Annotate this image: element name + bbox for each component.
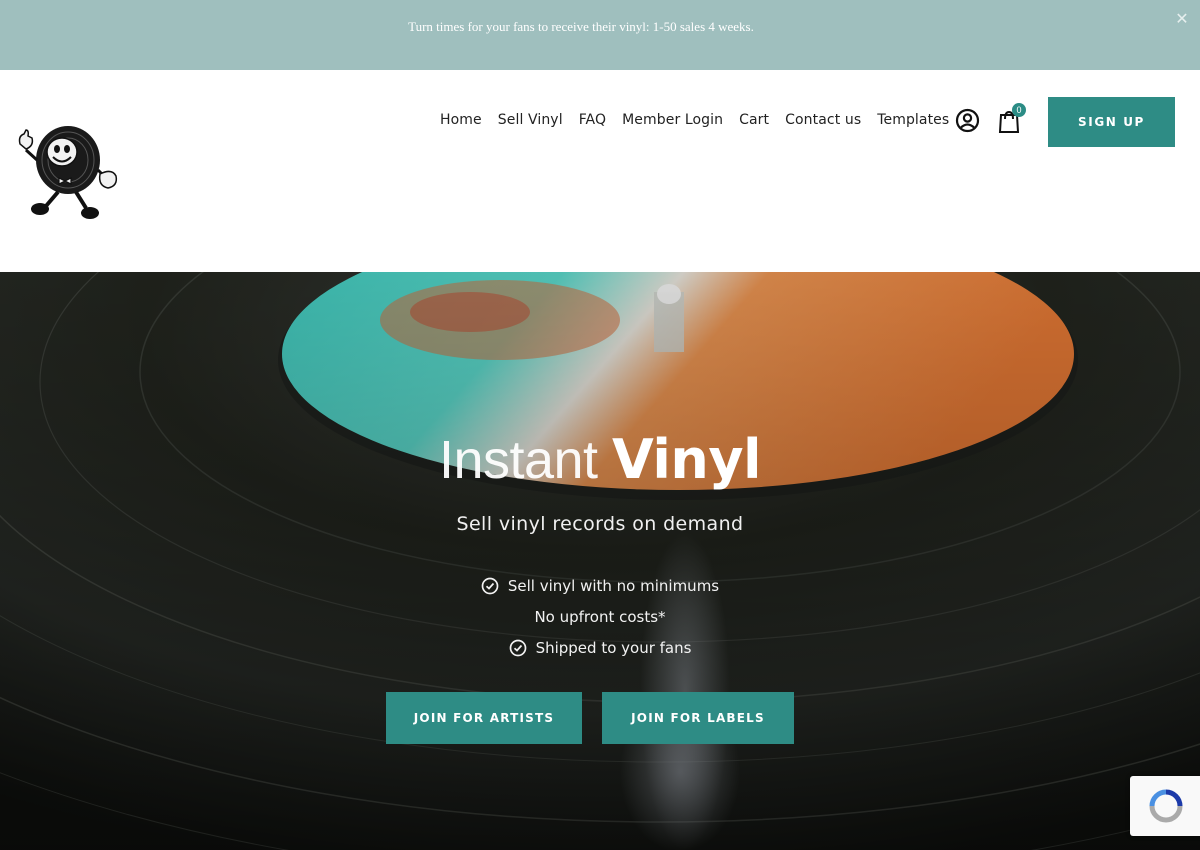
hero-buttons: JOIN FOR ARTISTS JOIN FOR LABELS [386,692,794,744]
nav-sell-vinyl[interactable]: Sell Vinyl [498,112,563,128]
nav-contact-us[interactable]: Contact us [785,112,861,128]
hero-subtitle: Sell vinyl records on demand [456,513,744,535]
nav-member-login[interactable]: Member Login [622,112,723,128]
nav-faq[interactable]: FAQ [579,112,606,128]
hero-title-bold: Vinyl [612,428,762,491]
announcement-bar: Turn times for your fans to receive thei… [0,0,1200,70]
hero-title: Instant Vinyl [0,428,1200,491]
recaptcha-icon [1149,789,1183,823]
join-for-labels-button[interactable]: JOIN FOR LABELS [602,692,794,744]
user-circle-icon[interactable] [955,108,980,133]
join-for-artists-button[interactable]: JOIN FOR ARTISTS [386,692,582,744]
cart-count-badge: 0 [1012,103,1026,117]
recaptcha-badge[interactable] [1130,776,1200,836]
feature-list: Sell vinyl with no minimums No upfront c… [0,570,1200,663]
feature-item: Sell vinyl with no minimums [0,570,1200,601]
nav-templates[interactable]: Templates [877,112,949,128]
nav-cart[interactable]: Cart [739,112,769,128]
check-circle-icon [481,577,499,594]
hero-title-light: Instant [438,430,613,490]
vinyl-record-background [0,272,1200,850]
nav-home[interactable]: Home [440,112,482,128]
feature-text: No upfront costs* [534,607,666,626]
feature-item: Shipped to your fans [0,632,1200,663]
close-icon[interactable]: ✕ [1172,10,1192,30]
record-mascot-logo[interactable] [12,122,120,222]
check-circle-icon [509,639,526,656]
main-nav: Home Sell Vinyl FAQ Member Login Cart Co… [432,108,957,132]
feature-text: Shipped to your fans [535,638,692,657]
hero-section: Instant Vinyl Sell vinyl records on dema… [0,272,1200,850]
announcement-text: Turn times for your fans to receive thei… [408,19,754,34]
feature-text: Sell vinyl with no minimums [507,576,720,595]
site-header: Home Sell Vinyl FAQ Member Login Cart Co… [0,70,1200,272]
feature-item: No upfront costs* [0,601,1200,632]
sign-up-button[interactable]: SIGN UP [1048,97,1175,147]
